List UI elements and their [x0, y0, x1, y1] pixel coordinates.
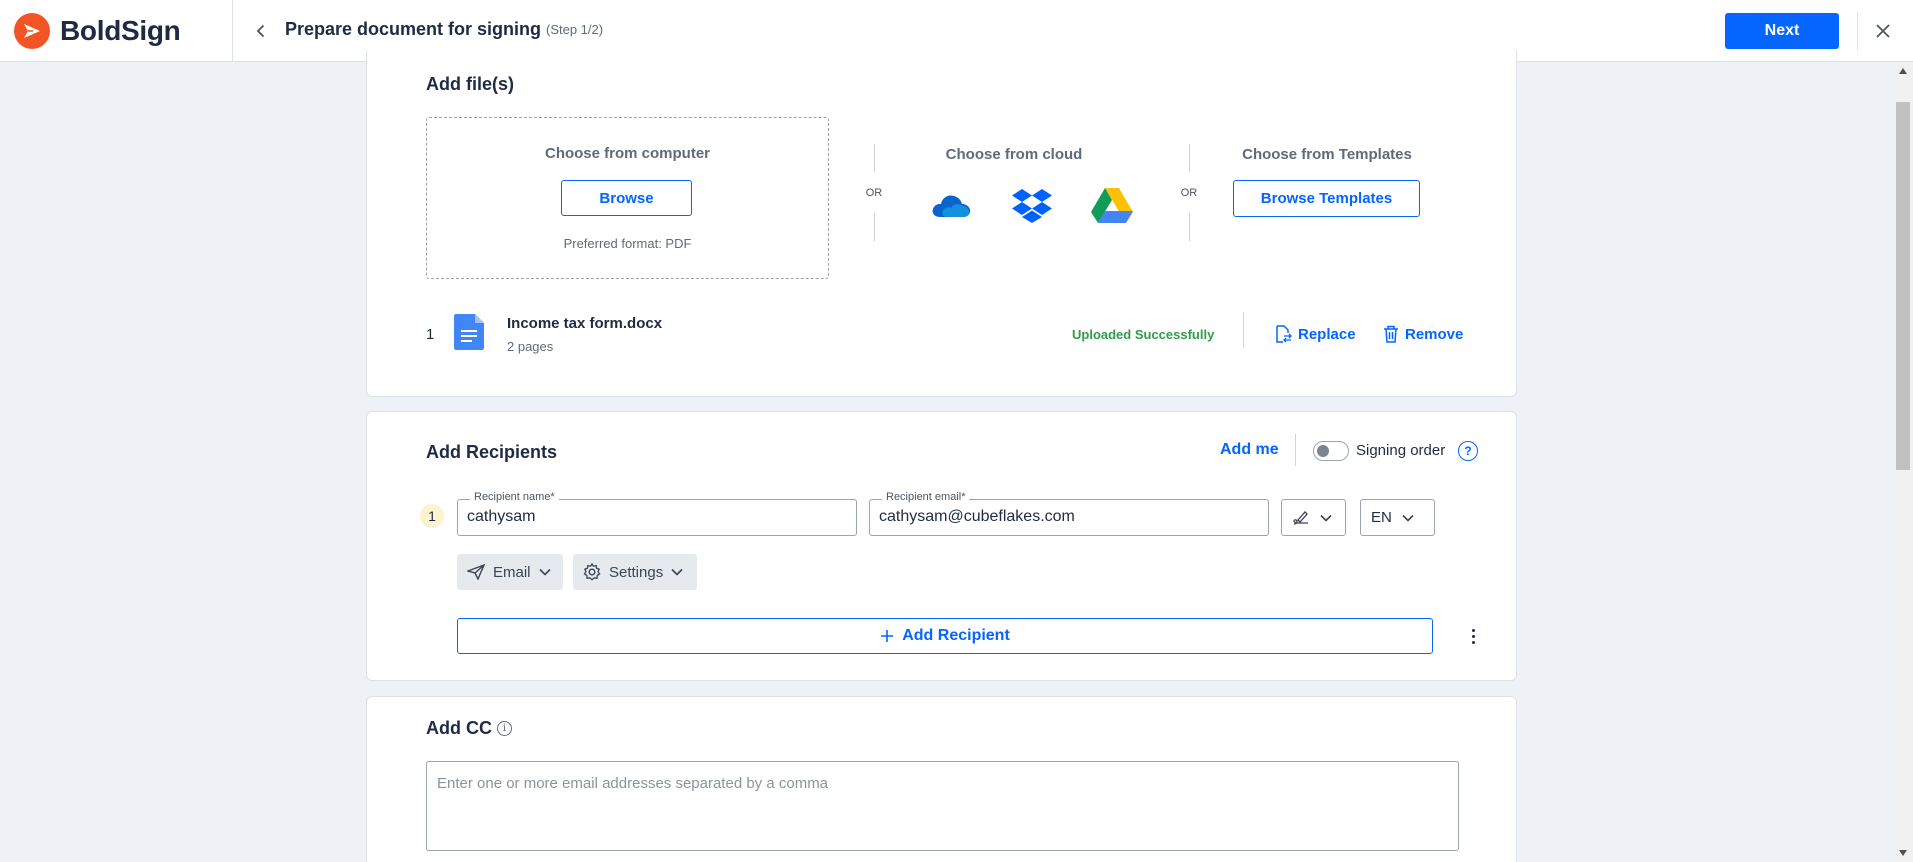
or-divider-line: [874, 213, 875, 241]
cc-placeholder: Enter one or more email addresses separa…: [437, 775, 829, 792]
document-icon: [454, 314, 484, 350]
chevron-left-icon: [256, 24, 265, 38]
trash-icon: [1384, 325, 1398, 343]
file-dropzone[interactable]: Choose from computer Browse Preferred fo…: [426, 117, 829, 279]
delivery-mode-dropdown[interactable]: Email: [457, 554, 563, 590]
replace-icon: [1276, 325, 1292, 343]
add-cc-card: Add CC i Enter one or more email address…: [366, 696, 1517, 862]
signing-order-label: Signing order: [1356, 442, 1446, 459]
recipient-email-value: cathysam@cubeflakes.com: [879, 508, 1075, 525]
upload-status: Uploaded Successfully: [1072, 327, 1215, 342]
cc-email-input[interactable]: Enter one or more email addresses separa…: [426, 761, 1459, 851]
browse-templates-button[interactable]: Browse Templates: [1233, 180, 1420, 217]
step-indicator: (Step 1/2): [546, 22, 604, 37]
add-recipient-button[interactable]: Add Recipient: [457, 618, 1433, 654]
google-drive-icon[interactable]: [1090, 185, 1134, 225]
plus-icon: [881, 630, 894, 642]
signing-order-toggle[interactable]: [1313, 441, 1349, 461]
add-cc-title: Add CC: [426, 718, 492, 738]
replace-file-button[interactable]: Replace: [1274, 325, 1356, 343]
close-button[interactable]: [1868, 16, 1898, 46]
header-divider: [232, 0, 233, 62]
info-icon[interactable]: i: [497, 721, 512, 736]
boldsign-logo[interactable]: BoldSign: [14, 13, 181, 49]
logo-text: BoldSign: [60, 15, 181, 46]
choose-from-templates-label: Choose from Templates: [1242, 146, 1412, 163]
scroll-down-arrow[interactable]: [1899, 850, 1907, 856]
next-button[interactable]: Next: [1725, 13, 1839, 49]
remove-file-button[interactable]: Remove: [1383, 325, 1463, 343]
toggle-knob: [1317, 445, 1329, 457]
or-divider-line: [1189, 213, 1190, 241]
file-page-count: 2 pages: [507, 339, 554, 354]
remove-label: Remove: [1405, 325, 1464, 343]
help-icon[interactable]: ?: [1458, 441, 1478, 461]
chevron-down-icon: [1402, 514, 1414, 522]
add-me-button[interactable]: Add me: [1220, 441, 1279, 459]
vertical-scrollbar[interactable]: [1893, 62, 1913, 862]
close-icon: [1876, 24, 1890, 38]
page-title: Prepare document for signing: [285, 19, 542, 39]
add-recipients-card: Add Recipients Add me Signing order ? 1 …: [366, 411, 1517, 681]
add-files-title: Add file(s): [426, 74, 514, 94]
recipient-settings-dropdown[interactable]: Settings: [573, 554, 697, 590]
signer-pen-icon: [1293, 510, 1308, 525]
chevron-down-icon: [538, 568, 551, 576]
recipient-email-label: Recipient email*: [882, 491, 970, 503]
header-divider-right: [1857, 12, 1858, 50]
more-options-icon[interactable]: [1465, 624, 1481, 648]
add-files-card: Add file(s) Choose from computer Browse …: [366, 50, 1517, 397]
choose-from-cloud-label: Choose from cloud: [945, 146, 1083, 163]
onedrive-icon[interactable]: [929, 185, 973, 225]
dropbox-icon[interactable]: [1010, 185, 1054, 225]
add-recipient-label: Add Recipient: [902, 627, 1010, 644]
recipient-name-label: Recipient name*: [470, 491, 559, 503]
browse-button[interactable]: Browse: [561, 180, 692, 216]
chevron-down-icon: [671, 568, 683, 576]
choose-from-computer-label: Choose from computer: [544, 145, 710, 162]
settings-label: Settings: [609, 563, 664, 581]
recipient-name-field[interactable]: Recipient name* cathysam: [457, 491, 857, 536]
language-value: EN: [1371, 509, 1392, 526]
or-divider-line: [1189, 144, 1190, 172]
file-name: Income tax form.docx: [507, 315, 663, 332]
replace-label: Replace: [1298, 325, 1356, 343]
recipient-name-value: cathysam: [467, 508, 536, 525]
scroll-thumb[interactable]: [1896, 102, 1910, 470]
recipient-number: 1: [420, 504, 444, 528]
file-action-divider: [1243, 312, 1244, 348]
send-icon: [467, 564, 485, 580]
delivery-mode-label: Email: [493, 563, 531, 581]
signer-role-dropdown[interactable]: [1281, 499, 1346, 536]
scroll-up-arrow[interactable]: [1899, 68, 1907, 74]
or-divider-line: [874, 144, 875, 172]
file-index: 1: [426, 326, 435, 343]
gear-icon: [583, 563, 601, 581]
recipients-header-divider: [1295, 434, 1296, 466]
language-dropdown[interactable]: EN: [1360, 499, 1435, 536]
back-button[interactable]: [246, 16, 276, 46]
add-recipients-title: Add Recipients: [426, 442, 558, 462]
preferred-format-hint: Preferred format: PDF: [563, 236, 692, 251]
logo-send-icon: [14, 13, 50, 49]
chevron-down-icon: [1320, 514, 1332, 522]
recipient-email-field[interactable]: Recipient email* cathysam@cubeflakes.com: [869, 491, 1269, 536]
or-separator: OR: [1180, 187, 1198, 199]
or-separator: OR: [865, 187, 883, 199]
